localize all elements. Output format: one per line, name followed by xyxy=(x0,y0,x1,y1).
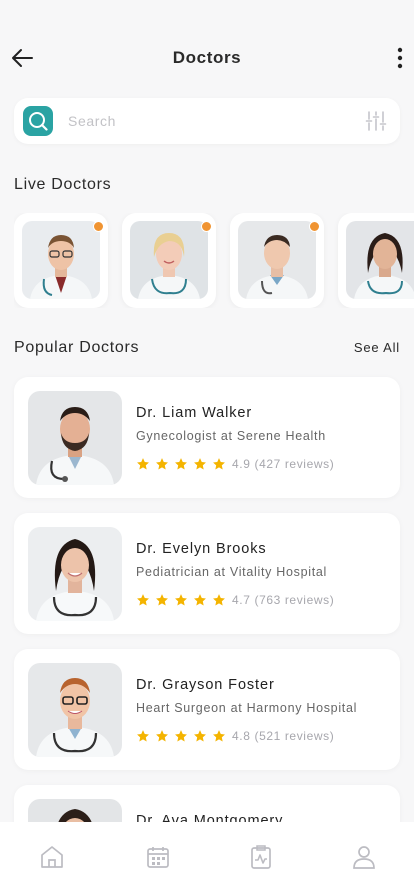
star-icon xyxy=(156,458,168,470)
filter-sliders-icon[interactable] xyxy=(364,109,388,133)
online-indicator xyxy=(93,221,104,232)
rating-stars xyxy=(136,593,226,607)
online-indicator xyxy=(201,221,212,232)
star-icon xyxy=(175,730,187,742)
bottom-navigation xyxy=(0,822,414,896)
search-bar xyxy=(14,98,400,144)
doctor-rating: 4.7 (763 reviews) xyxy=(136,592,334,608)
star-icon xyxy=(194,594,206,606)
rating-value: 4.7 xyxy=(232,593,251,607)
doctor-specialty: Heart Surgeon at Harmony Hospital xyxy=(136,701,358,715)
star-icon xyxy=(194,458,206,470)
doctor-card[interactable]: Dr. Liam Walker Gynecologist at Serene H… xyxy=(14,377,400,498)
live-doctor-card[interactable] xyxy=(14,213,108,308)
doctor-name: Dr. Evelyn Brooks xyxy=(136,541,267,557)
star-icon xyxy=(156,730,168,742)
online-indicator xyxy=(309,221,320,232)
live-doctors-list xyxy=(14,213,414,308)
doctor-photo xyxy=(346,221,414,299)
top-bar: Doctors xyxy=(0,36,414,80)
doctor-name: Dr. Grayson Foster xyxy=(136,677,275,693)
doctor-card[interactable]: Dr. Evelyn Brooks Pediatrician at Vitali… xyxy=(14,513,400,634)
doctor-specialty: Gynecologist at Serene Health xyxy=(136,429,326,443)
doctor-card[interactable]: Dr. Grayson Foster Heart Surgeon at Harm… xyxy=(14,649,400,770)
review-count: (427 reviews) xyxy=(254,457,335,471)
live-doctor-card[interactable] xyxy=(122,213,216,308)
doctor-photo xyxy=(130,221,208,299)
star-icon xyxy=(137,594,149,606)
live-doctor-card[interactable] xyxy=(230,213,324,308)
doctor-photo xyxy=(238,221,316,299)
star-icon xyxy=(213,458,225,470)
review-count: (521 reviews) xyxy=(254,729,335,743)
star-icon xyxy=(137,458,149,470)
doctor-name: Dr. Liam Walker xyxy=(136,405,253,421)
search-icon xyxy=(29,112,48,131)
doctor-specialty: Pediatrician at Vitality Hospital xyxy=(136,565,328,579)
doctor-rating: 4.9 (427 reviews) xyxy=(136,456,334,472)
star-icon xyxy=(175,594,187,606)
rating-value: 4.9 xyxy=(232,457,251,471)
star-icon xyxy=(156,594,168,606)
doctor-rating: 4.8 (521 reviews) xyxy=(136,728,334,744)
live-doctors-heading: Live Doctors xyxy=(14,176,112,193)
star-icon xyxy=(213,730,225,742)
page-title: Doctors xyxy=(172,48,242,67)
star-icon xyxy=(213,594,225,606)
calendar-icon[interactable] xyxy=(145,844,171,870)
profile-icon[interactable] xyxy=(351,844,377,870)
more-options-icon[interactable] xyxy=(396,46,404,70)
search-button[interactable] xyxy=(23,106,53,136)
see-all-link[interactable]: See All xyxy=(354,340,400,355)
doctor-photo xyxy=(28,527,122,621)
doctor-photo xyxy=(22,221,100,299)
rating-stars xyxy=(136,457,226,471)
health-chart-icon[interactable] xyxy=(248,844,274,870)
live-doctor-card[interactable] xyxy=(338,213,414,308)
star-icon xyxy=(137,730,149,742)
star-icon xyxy=(194,730,206,742)
search-input[interactable] xyxy=(68,111,348,131)
doctor-photo xyxy=(28,391,122,485)
rating-value: 4.8 xyxy=(232,729,251,743)
rating-stars xyxy=(136,729,226,743)
review-count: (763 reviews) xyxy=(254,593,335,607)
home-icon[interactable] xyxy=(39,844,65,870)
doctor-photo xyxy=(28,663,122,757)
star-icon xyxy=(175,458,187,470)
popular-doctors-heading: Popular Doctors xyxy=(14,339,140,356)
